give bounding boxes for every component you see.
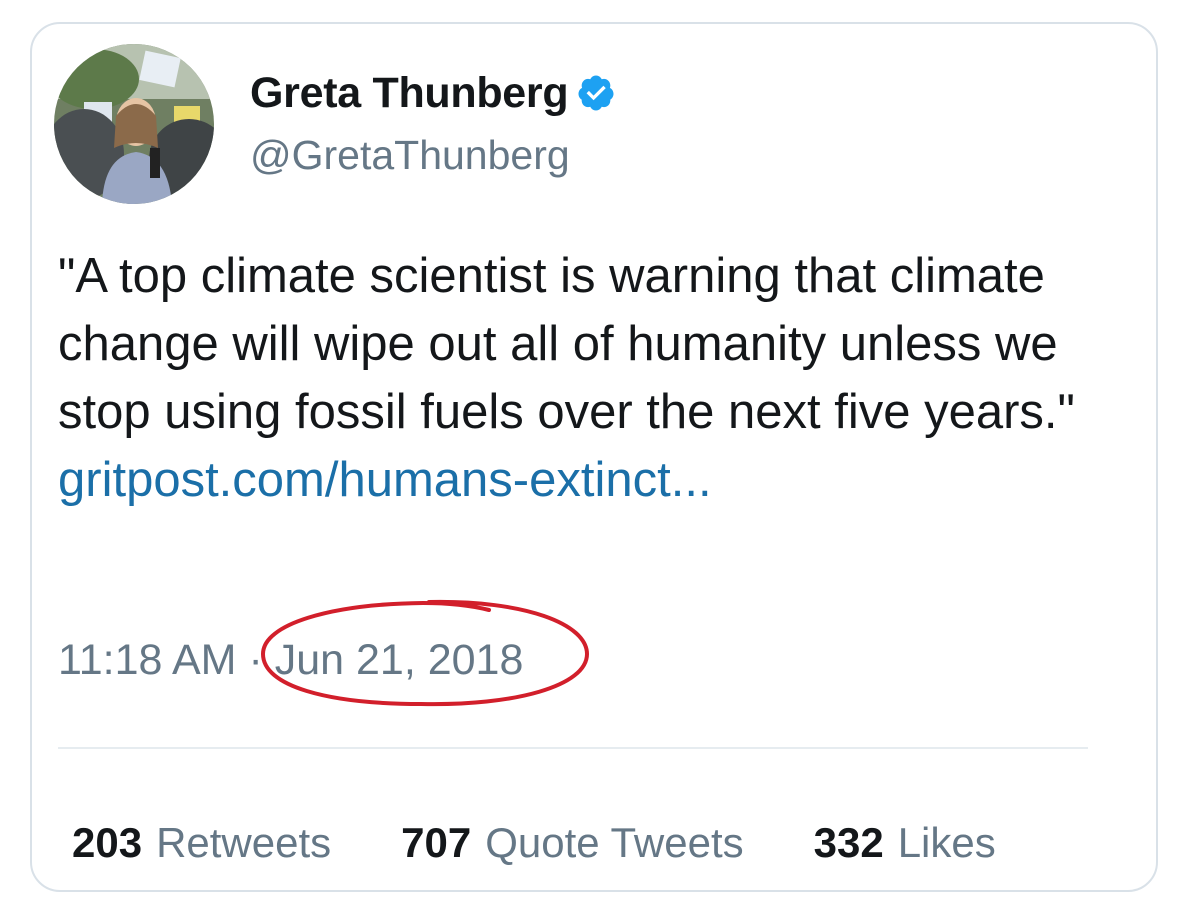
- tweet-date-wrapper: Jun 21, 2018: [260, 599, 589, 707]
- avatar[interactable]: [54, 44, 214, 204]
- retweets-count: 203: [72, 819, 143, 866]
- author-handle[interactable]: @GretaThunberg: [250, 132, 570, 179]
- tweet-card: Greta Thunberg @GretaThunberg "A top cli…: [30, 22, 1158, 892]
- likes-count: 332: [813, 819, 884, 866]
- tweet-time[interactable]: 11:18 AM: [58, 636, 237, 684]
- tweet-timestamp: 11:18 AM · Jun 21, 2018: [58, 599, 589, 707]
- quote-tweets-count: 707: [401, 819, 472, 866]
- retweets-label: Retweets: [156, 819, 332, 866]
- tweet-date[interactable]: Jun 21, 2018: [275, 636, 524, 684]
- verified-badge-icon: [578, 75, 614, 111]
- tweet-text: "A top climate scientist is warning that…: [58, 249, 1075, 439]
- author-name-row[interactable]: Greta Thunberg: [250, 68, 616, 118]
- tweet-stats: 203 Retweets 707 Quote Tweets 332 Likes: [72, 819, 1152, 867]
- likes-label: Likes: [897, 819, 996, 866]
- tweet-link[interactable]: gritpost.com/humans-extinct...: [58, 446, 1118, 514]
- author-display-name[interactable]: Greta Thunberg: [250, 69, 569, 118]
- profile-photo: [54, 44, 214, 204]
- timestamp-separator: ·: [248, 636, 263, 684]
- quote-tweets-stat[interactable]: 707 Quote Tweets: [401, 819, 743, 867]
- stats-divider: [58, 747, 1088, 749]
- likes-stat[interactable]: 332 Likes: [814, 819, 996, 867]
- tweet-body: "A top climate scientist is warning that…: [58, 242, 1118, 514]
- retweets-stat[interactable]: 203 Retweets: [72, 819, 331, 867]
- quote-tweets-label: Quote Tweets: [485, 819, 744, 866]
